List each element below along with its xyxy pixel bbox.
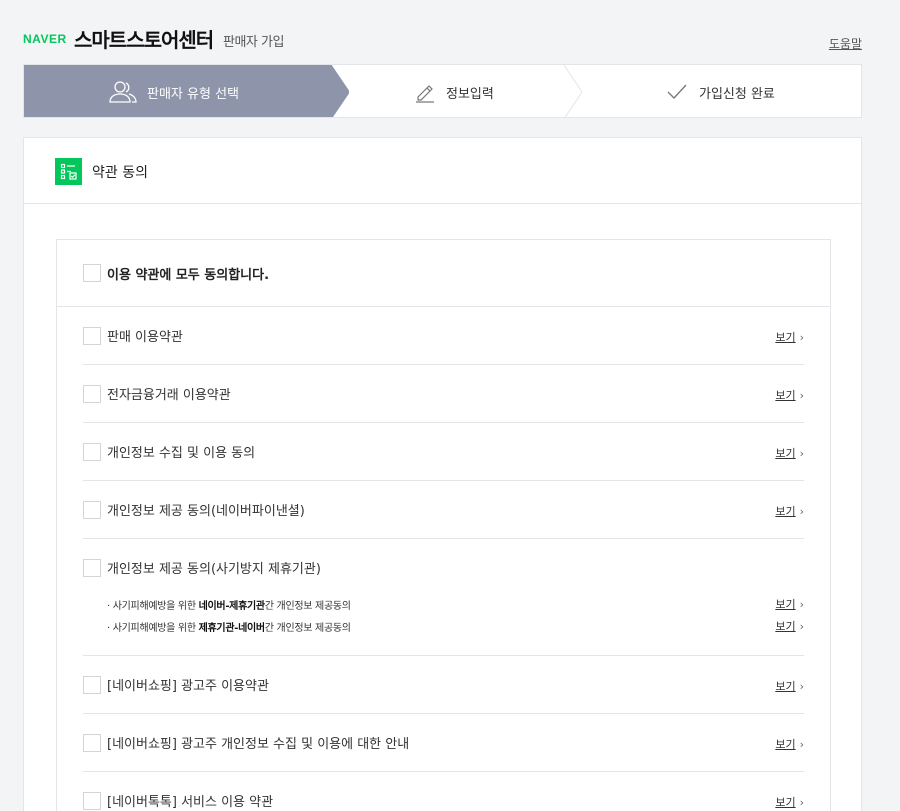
view-link[interactable]: 보기 ›	[775, 329, 804, 345]
chevron-right-icon: ›	[799, 388, 804, 402]
term-item[interactable]: 개인정보 제공 동의(사기방지 제휴기관)	[83, 558, 321, 577]
checklist-icon	[55, 158, 82, 185]
page-subtitle: 판매자 가입	[223, 35, 284, 50]
step-label: 가입신청 완료	[699, 86, 775, 102]
help-link[interactable]: 도움말	[829, 35, 862, 52]
agree-all-checkbox[interactable]	[83, 264, 101, 282]
term-item[interactable]: 개인정보 수집 및 이용 동의	[83, 442, 255, 461]
term-label: 전자금융거래 이용약관	[107, 388, 231, 403]
header: NAVER 스마트스토어센터 판매자 가입 도움말	[0, 0, 900, 64]
divider	[24, 203, 861, 204]
view-link[interactable]: 보기 ›	[775, 596, 804, 612]
term-label: 개인정보 제공 동의(사기방지 제휴기관)	[107, 562, 321, 577]
step-label: 판매자 유형 선택	[147, 86, 239, 102]
term-row: [네이버톡톡] 서비스 이용 약관 보기 ›	[83, 772, 804, 811]
naver-logo[interactable]: NAVER	[23, 32, 67, 46]
term-checkbox[interactable]	[83, 675, 101, 694]
term-checkbox[interactable]	[83, 733, 101, 752]
term-checkbox[interactable]	[83, 442, 101, 461]
term-row: 개인정보 수집 및 이용 동의 보기 ›	[83, 423, 804, 481]
view-link[interactable]: 보기 ›	[775, 618, 804, 634]
view-link[interactable]: 보기 ›	[775, 736, 804, 752]
chevron-right-icon: ›	[799, 795, 804, 809]
chevron-right-icon: ›	[799, 619, 804, 633]
term-checkbox[interactable]	[83, 558, 101, 577]
term-row: 판매 이용약관 보기 ›	[83, 307, 804, 365]
panel-title: 약관 동의	[55, 158, 148, 185]
chevron-right-icon: ›	[799, 446, 804, 460]
chevron-right-icon: ›	[799, 330, 804, 344]
term-label: 개인정보 수집 및 이용 동의	[107, 446, 256, 461]
chevron-right-icon: ›	[799, 504, 804, 518]
term-item[interactable]: 판매 이용약관	[83, 326, 183, 345]
term-row: [네이버쇼핑] 광고주 이용약관 보기 ›	[83, 656, 804, 714]
view-link[interactable]: 보기 ›	[775, 794, 804, 810]
agree-all-row[interactable]: 이용 약관에 모두 동의합니다.	[57, 240, 830, 307]
term-item[interactable]: 개인정보 제공 동의(네이버파이낸셜)	[83, 500, 305, 519]
term-row: 전자금융거래 이용약관 보기 ›	[83, 365, 804, 423]
term-label: [네이버쇼핑] 광고주 개인정보 수집 및 이용에 대한 안내	[107, 737, 410, 752]
view-link[interactable]: 보기 ›	[775, 445, 804, 461]
view-link[interactable]: 보기 ›	[775, 503, 804, 519]
term-row: [네이버쇼핑] 광고주 개인정보 수집 및 이용에 대한 안내 보기 ›	[83, 714, 804, 772]
term-item[interactable]: [네이버쇼핑] 광고주 이용약관	[83, 675, 269, 694]
term-item[interactable]: [네이버쇼핑] 광고주 개인정보 수집 및 이용에 대한 안내	[83, 733, 409, 752]
term-label: 개인정보 제공 동의(네이버파이낸셜)	[107, 504, 305, 519]
term-checkbox[interactable]	[83, 384, 101, 403]
chevron-right-icon: ›	[799, 597, 804, 611]
sub-term-item: · 사기피해예방을 위한 제휴기관-네이버간 개인정보 제공동의	[107, 623, 351, 634]
chevron-right-icon: ›	[799, 737, 804, 751]
users-icon	[109, 80, 137, 104]
view-link[interactable]: 보기 ›	[775, 387, 804, 403]
check-icon	[665, 82, 689, 102]
section-title: 약관 동의	[92, 164, 148, 181]
agree-all-label: 이용 약관에 모두 동의합니다.	[107, 267, 270, 283]
term-label: [네이버톡톡] 서비스 이용 약관	[107, 795, 274, 810]
term-checkbox[interactable]	[83, 500, 101, 519]
term-item[interactable]: 전자금융거래 이용약관	[83, 384, 231, 403]
term-checkbox[interactable]	[83, 791, 101, 810]
step-complete: 가입신청 완료	[665, 65, 775, 117]
chevron-right-icon: ›	[799, 679, 804, 693]
term-row: 개인정보 제공 동의(사기방지 제휴기관) · 사기피해예방을 위한 네이버-제…	[83, 539, 804, 656]
term-row: 개인정보 제공 동의(네이버파이낸셜) 보기 ›	[83, 481, 804, 539]
pencil-icon	[414, 81, 436, 103]
terms-panel: 약관 동의 이용 약관에 모두 동의합니다. 판매 이용약관 보기 › 전자금융거…	[23, 137, 862, 811]
term-label: 판매 이용약관	[107, 330, 183, 345]
view-link[interactable]: 보기 ›	[775, 678, 804, 694]
term-item[interactable]: [네이버톡톡] 서비스 이용 약관	[83, 791, 273, 810]
term-checkbox[interactable]	[83, 326, 101, 345]
term-label: [네이버쇼핑] 광고주 이용약관	[107, 679, 269, 694]
step-label: 정보입력	[446, 86, 494, 102]
terms-list: 이용 약관에 모두 동의합니다. 판매 이용약관 보기 › 전자금융거래 이용약관…	[56, 239, 831, 811]
signup-steps: 판매자 유형 선택 정보입력 가입신청 완료	[23, 64, 862, 118]
step-info-input: 정보입력	[414, 65, 494, 117]
step-seller-type: 판매자 유형 선택	[109, 65, 239, 117]
brand-title: 스마트스토어센터	[74, 28, 214, 52]
sub-term-item: · 사기피해예방을 위한 네이버-제휴기관간 개인정보 제공동의	[107, 601, 351, 612]
